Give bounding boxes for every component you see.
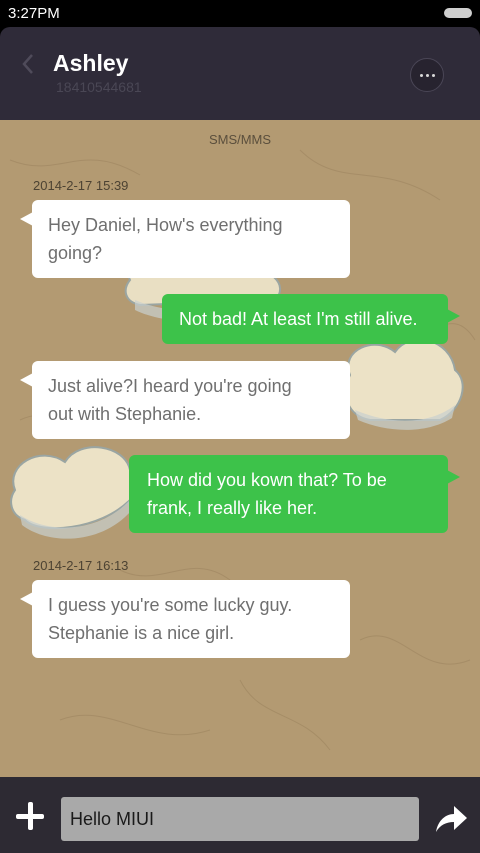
message-text-line: going? xyxy=(48,243,103,263)
send-arrow-icon[interactable] xyxy=(434,804,468,834)
message-text-line: Stephanie is a nice girl. xyxy=(48,623,235,643)
message-timestamp: 2014-2-17 15:39 xyxy=(33,178,129,193)
battery-icon xyxy=(444,8,472,18)
contact-number: 18410544681 xyxy=(56,79,142,95)
message-list[interactable]: SMS/MMS 2014-2-17 15:39 Hey Daniel, How'… xyxy=(0,120,480,777)
more-options-button[interactable] xyxy=(410,58,444,92)
more-dots-icon xyxy=(419,73,423,77)
message-input[interactable] xyxy=(61,797,419,841)
message-text-line: I guess you're some lucky guy. xyxy=(48,595,293,615)
outgoing-message-bubble[interactable]: How did you kown that? To be frank, I re… xyxy=(129,455,460,533)
message-text-line: How did you kown that? To be xyxy=(147,470,387,490)
incoming-message-bubble[interactable]: Just alive?I heard you're going out with… xyxy=(20,361,350,439)
chevron-left-icon[interactable] xyxy=(16,49,40,79)
conversation-header: Ashley 18410544681 xyxy=(0,27,480,120)
contact-name: Ashley xyxy=(53,50,129,76)
message-text-line: Hey Daniel, How's everything xyxy=(48,215,283,235)
message-text-line: frank, I really like her. xyxy=(147,498,318,518)
incoming-message-bubble[interactable]: I guess you're some lucky guy. Stephanie… xyxy=(20,580,350,658)
message-text-line: Just alive?I heard you're going xyxy=(48,376,292,396)
message-text-line: out with Stephanie. xyxy=(48,404,202,424)
outgoing-message-bubble[interactable]: Not bad! At least I'm still alive. xyxy=(162,294,460,344)
status-bar: 3:27PM xyxy=(0,0,480,27)
status-time: 3:27PM xyxy=(8,5,60,22)
message-timestamp: 2014-2-17 16:13 xyxy=(33,558,129,573)
composer-bar xyxy=(0,777,480,853)
channel-label: SMS/MMS xyxy=(208,132,272,147)
plus-icon[interactable] xyxy=(16,802,44,830)
message-text-line: Not bad! At least I'm still alive. xyxy=(179,309,418,329)
incoming-message-bubble[interactable]: Hey Daniel, How's everything going? xyxy=(20,200,350,278)
